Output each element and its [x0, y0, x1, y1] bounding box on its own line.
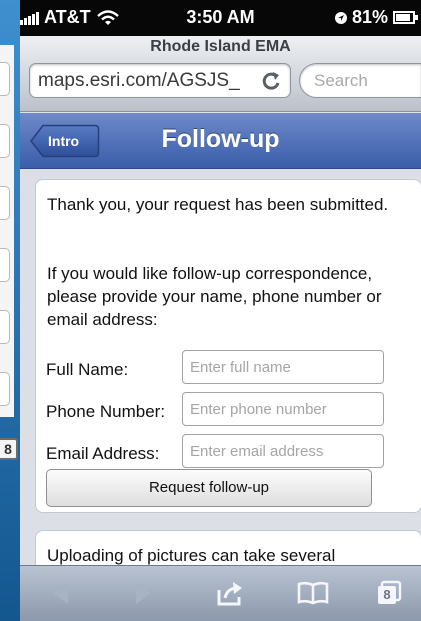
full-name-label: Full Name: — [46, 360, 129, 379]
tab-count: 8 — [383, 587, 391, 602]
reload-icon[interactable] — [260, 70, 282, 92]
email-address-label: Email Address: — [46, 444, 160, 463]
back-arrow-icon[interactable] — [50, 580, 72, 606]
background-field — [0, 62, 10, 96]
confirmation-message: Thank you, your request has been submitt… — [47, 195, 389, 214]
phone-number-input[interactable] — [182, 392, 384, 426]
upload-info-text: Uploading of pictures can take several — [47, 546, 336, 565]
follow-up-instructions: If you would like follow-up corresponden… — [47, 264, 382, 329]
background-field — [0, 124, 10, 158]
email-address-input[interactable] — [182, 434, 384, 468]
address-bar[interactable]: maps.esri.com/AGSJS_ — [29, 63, 291, 98]
search-placeholder: Search — [314, 71, 368, 90]
location-arrow-icon — [334, 11, 347, 24]
background-page-panel — [0, 45, 14, 417]
follow-up-card: Thank you, your request has been submitt… — [35, 179, 421, 513]
status-bar: AT&T 3:50 AM 81% — [20, 0, 421, 36]
forward-arrow-icon[interactable] — [132, 580, 154, 606]
background-field — [0, 186, 10, 220]
background-field — [0, 248, 10, 282]
battery-percentage: 81% — [351, 7, 388, 27]
search-field[interactable]: Search — [299, 63, 421, 98]
page-title: Rhode Island EMA — [150, 38, 291, 55]
background-field — [0, 372, 10, 406]
upload-info-card: Uploading of pictures can take several — [35, 530, 421, 565]
browser-toolbar: 8 — [20, 565, 421, 621]
phone-number-label: Phone Number: — [46, 402, 166, 421]
screen-title: Follow-up — [161, 125, 280, 153]
bookmarks-icon[interactable] — [296, 580, 330, 606]
browser-chrome: Rhode Island EMA maps.esri.com/AGSJS_ Se… — [20, 36, 421, 112]
request-follow-up-button[interactable]: Request follow-up — [46, 469, 372, 507]
phone-screen: AT&T 3:50 AM 81% Rhode Island EMA maps.e… — [20, 0, 421, 621]
navigation-bar: Intro Follow-up — [20, 113, 421, 169]
page-content: Thank you, your request has been submitt… — [20, 169, 421, 565]
battery-icon — [393, 11, 418, 24]
full-name-input[interactable] — [182, 350, 384, 384]
background-field — [0, 310, 10, 344]
address-bar-url: maps.esri.com/AGSJS_ — [38, 70, 240, 91]
tabs-button[interactable]: 8 — [376, 580, 402, 606]
background-tab-count-badge: 8 — [0, 438, 18, 460]
share-icon[interactable] — [216, 580, 244, 606]
